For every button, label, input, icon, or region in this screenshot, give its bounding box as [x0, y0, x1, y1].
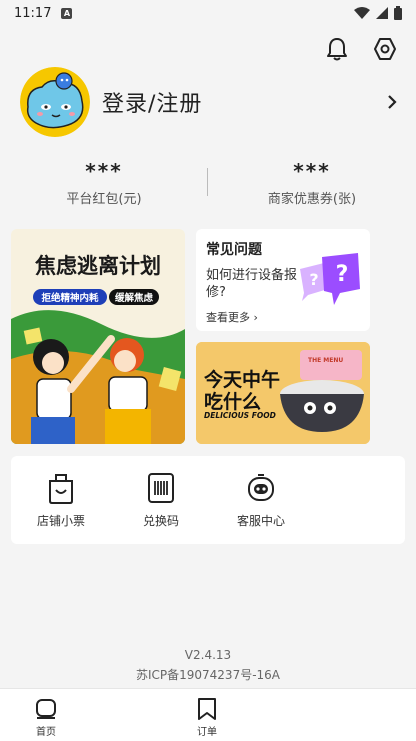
tab-orders[interactable]: 订单	[195, 697, 219, 738]
bottom-tabbar: 首页 订单	[0, 688, 416, 741]
tool-store-receipt[interactable]: 店铺小票	[11, 470, 111, 544]
header-actions	[324, 36, 398, 62]
status-bar: 11:17 A	[0, 0, 416, 26]
stat-platform-redpacket[interactable]: *** 平台红包(元)	[0, 158, 208, 208]
tab-label: 首页	[36, 727, 56, 738]
stat-label: 平台红包(元)	[66, 191, 142, 207]
login-row[interactable]: 登录/注册	[20, 66, 400, 138]
settings-icon[interactable]	[372, 36, 398, 62]
avatar	[20, 67, 90, 137]
tool-label: 店铺小票	[36, 514, 85, 528]
stat-merchant-coupons[interactable]: *** 商家优惠券(张)	[208, 158, 416, 208]
chevron-right-icon	[388, 95, 397, 109]
wallet-stats: *** 平台红包(元) *** 商家优惠券(张)	[0, 158, 416, 208]
faq-more-link[interactable]: 查看更多 ›	[206, 309, 360, 325]
food-menu-label: THE MENU	[308, 357, 343, 364]
app-version: V2.4.13	[184, 648, 232, 662]
food-title-line2: 吃什么	[204, 390, 261, 413]
tool-customer-service[interactable]: 客服中心	[211, 470, 311, 544]
banner-anxiety-title: 焦虑逃离计划	[34, 254, 161, 278]
chevron-right-icon: ›	[253, 311, 258, 324]
tools-panel: 店铺小票 兑换码 客服中心	[11, 456, 405, 544]
tool-label: 兑换码	[142, 514, 179, 528]
bell-icon[interactable]	[324, 36, 350, 62]
bookmark-icon	[198, 698, 216, 720]
food-banner[interactable]: THE MENU 今天中午 吃什么 DELICIOUS FOOD	[196, 342, 370, 444]
stat-label: 商家优惠券(张)	[267, 191, 357, 207]
faq-more-label: 查看更多	[206, 311, 250, 324]
banner-anxiety-tag1: 拒绝精神内耗	[41, 292, 99, 304]
login-register-label: 登录/注册	[102, 92, 203, 117]
signal-icon	[376, 7, 388, 19]
barcode-icon	[143, 470, 179, 506]
stat-value: ***	[293, 158, 331, 183]
home-icon	[36, 699, 56, 719]
receipt-bag-icon	[43, 470, 79, 506]
wifi-icon	[354, 7, 370, 19]
anxiety-banner[interactable]: 焦虑逃离计划 拒绝精神内耗 缓解焦虑	[11, 229, 185, 444]
banner-anxiety-tag2: 缓解焦虑	[115, 292, 154, 304]
svg-text:?: ?	[309, 270, 318, 289]
tab-label: 订单	[197, 727, 217, 738]
tool-redeem-code[interactable]: 兑换码	[111, 470, 211, 544]
faq-question: 如何进行设备报修?	[206, 268, 298, 300]
stat-value: ***	[85, 158, 123, 183]
question-bubbles-icon: ? ?	[300, 253, 360, 305]
clock: 11:17	[14, 5, 52, 21]
food-subtitle: DELICIOUS FOOD	[204, 411, 276, 420]
tab-home[interactable]: 首页	[34, 697, 58, 738]
sim-badge-icon: A	[61, 7, 73, 19]
faq-card[interactable]: 常见问题 如何进行设备报修? 查看更多 › ? ?	[196, 229, 370, 331]
svg-text:?: ?	[336, 262, 349, 287]
stats-divider	[207, 168, 208, 196]
food-title-line1: 今天中午	[203, 368, 280, 391]
tool-label: 客服中心	[236, 514, 285, 528]
robot-service-icon	[243, 470, 279, 506]
battery-icon	[394, 6, 402, 20]
icp-record[interactable]: 苏ICP备19074237号-16A	[0, 665, 416, 685]
app-info: V2.4.13 苏ICP备19074237号-16A	[0, 645, 416, 685]
